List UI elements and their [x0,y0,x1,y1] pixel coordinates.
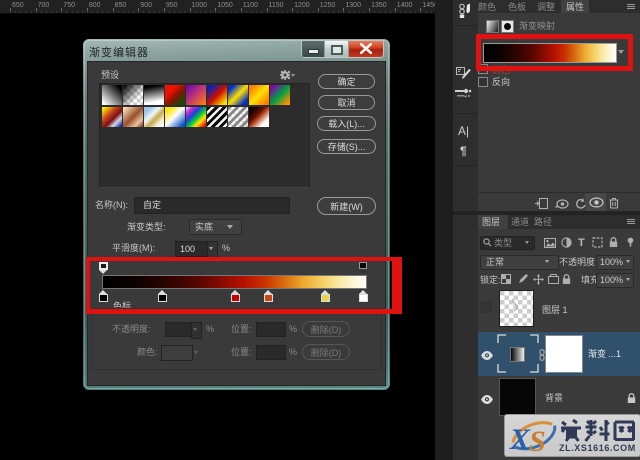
svg-text:S: S [529,425,546,456]
svg-text:X: X [509,423,531,456]
